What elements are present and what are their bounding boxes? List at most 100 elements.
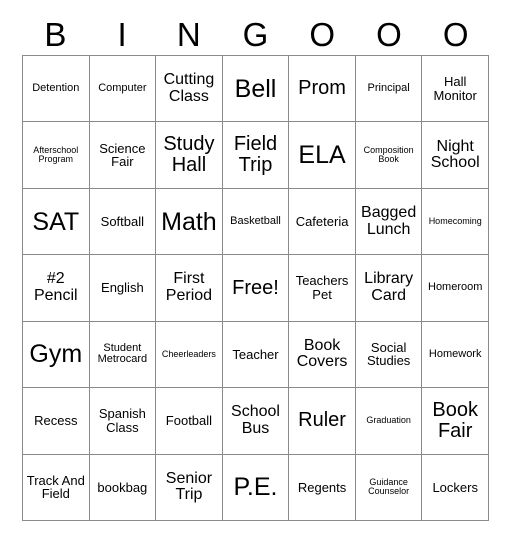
bingo-cell[interactable]: First Period <box>156 255 223 322</box>
bingo-cell-label: #2 Pencil <box>33 270 78 304</box>
bingo-cell-label: Composition Book <box>363 144 414 165</box>
bingo-cell-label: Homework <box>428 347 482 360</box>
bingo-header-letter-0: B <box>44 16 67 53</box>
bingo-cell[interactable]: English <box>89 255 157 322</box>
bingo-cell[interactable]: bookbag <box>89 454 157 521</box>
bingo-cell[interactable]: Cafeteria <box>289 188 356 256</box>
bingo-cell[interactable]: Homework <box>422 321 489 389</box>
bingo-cell[interactable]: #2 Pencil <box>23 255 90 322</box>
bingo-cell-label: Senior Trip <box>165 469 213 504</box>
bingo-cell[interactable]: Homecoming <box>422 188 489 256</box>
bingo-cell-label: Computer <box>98 81 147 94</box>
bingo-header-letter-2: N <box>176 16 201 53</box>
bingo-cell-label: Ruler <box>298 409 346 432</box>
bingo-cell-label: Lockers <box>432 479 478 495</box>
bingo-cell[interactable]: Bagged Lunch <box>355 188 423 256</box>
bingo-cell[interactable]: Teachers Pet <box>289 255 356 322</box>
bingo-cell[interactable]: Guidance Counselor <box>355 454 423 521</box>
bingo-cell[interactable]: Student Metrocard <box>89 321 157 389</box>
bingo-cell-label: Book Fair <box>432 399 478 442</box>
bingo-cell[interactable]: Hall Monitor <box>422 56 489 123</box>
bingo-cell[interactable]: Math <box>156 188 223 256</box>
bingo-cell-label: Night School <box>430 137 480 172</box>
bingo-cell-label: Homecoming <box>428 215 482 226</box>
bingo-cell-label: bookbag <box>97 479 148 495</box>
bingo-cell-label: Detention <box>32 81 80 94</box>
bingo-cell-label: First Period <box>165 270 213 304</box>
bingo-cell[interactable]: Football <box>156 388 223 455</box>
bingo-cell[interactable]: Detention <box>23 56 90 123</box>
bingo-cell[interactable]: Book Covers <box>289 321 356 389</box>
bingo-cell-label: Teachers Pet <box>295 273 349 302</box>
bingo-cell[interactable]: Softball <box>89 188 157 256</box>
bingo-header-row: BINGOOO <box>22 14 489 55</box>
bingo-cell-label: Prom <box>298 77 346 100</box>
bingo-cell[interactable]: Spanish Class <box>89 388 157 455</box>
bingo-cell-label: Afterschool Program <box>33 144 79 165</box>
bingo-cell[interactable]: Science Fair <box>89 122 157 189</box>
bingo-cell[interactable]: Graduation <box>355 388 423 455</box>
bingo-cell[interactable]: Library Card <box>355 255 423 322</box>
bingo-cell-label: English <box>101 280 144 296</box>
bingo-cell[interactable]: Principal <box>355 56 423 123</box>
bingo-cell[interactable]: Lockers <box>422 454 489 521</box>
bingo-cell-label: Library Card <box>364 270 414 304</box>
bingo-cell-label: Cutting Class <box>163 71 215 105</box>
bingo-cell-label: Social Studies <box>366 339 411 369</box>
bingo-cell-label: Recess <box>34 413 78 429</box>
bingo-cell-label: Regents <box>297 479 347 495</box>
bingo-cell-label: Spanish Class <box>98 406 146 435</box>
bingo-cell-label: SAT <box>32 207 80 236</box>
bingo-cell-label: Homeroom <box>428 281 483 294</box>
bingo-cell-label: Bell <box>234 74 277 103</box>
bingo-cell-label: Gym <box>29 340 83 369</box>
bingo-cell-label: Field Trip <box>233 133 278 177</box>
bingo-cell[interactable]: Cheerleaders <box>156 321 223 389</box>
bingo-cell[interactable]: Senior Trip <box>156 454 223 521</box>
bingo-cell-label: Math <box>161 207 217 236</box>
bingo-header-letter-3: G <box>242 16 269 53</box>
bingo-cell-label: Softball <box>100 213 145 229</box>
bingo-cell[interactable]: SAT <box>23 188 90 256</box>
bingo-cell[interactable]: P.E. <box>222 454 290 521</box>
bingo-cell[interactable]: Book Fair <box>422 388 489 455</box>
bingo-cell-label: Cheerleaders <box>161 348 216 359</box>
bingo-cell[interactable]: Prom <box>289 56 356 123</box>
bingo-cell[interactable]: Study Hall <box>156 122 223 189</box>
bingo-cell[interactable]: Recess <box>23 388 90 455</box>
bingo-cell[interactable]: Cutting Class <box>156 56 223 123</box>
bingo-cell[interactable]: School Bus <box>222 388 290 455</box>
bingo-cell[interactable]: Gym <box>23 321 90 389</box>
bingo-cell-label: Football <box>165 413 213 429</box>
bingo-cell[interactable]: Track And Field <box>23 454 90 521</box>
bingo-cell[interactable]: Composition Book <box>355 122 423 189</box>
bingo-cell-label: Principal <box>367 81 410 94</box>
bingo-cell-label: Free! <box>232 276 279 299</box>
bingo-cell-label: Graduation <box>366 415 411 426</box>
bingo-cell[interactable]: Afterschool Program <box>23 122 90 189</box>
bingo-cell-label: School Bus <box>231 403 280 437</box>
bingo-cell[interactable]: Computer <box>89 56 157 123</box>
bingo-cell-label: Guidance Counselor <box>368 476 410 497</box>
bingo-header-letter-5: O <box>376 16 402 53</box>
bingo-cell[interactable]: Basketball <box>222 188 290 256</box>
bingo-cell-label: Track And Field <box>26 472 85 502</box>
bingo-cell[interactable]: ELA <box>289 122 356 189</box>
bingo-header-letter-6: O <box>442 16 469 53</box>
bingo-cell-label: Teacher <box>232 346 279 362</box>
bingo-cell[interactable]: Regents <box>289 454 356 521</box>
bingo-cell[interactable]: Night School <box>422 122 489 189</box>
bingo-cell[interactable]: Teacher <box>222 321 290 389</box>
bingo-cell-label: P.E. <box>233 473 278 502</box>
bingo-cell-label: Bagged Lunch <box>361 203 417 238</box>
bingo-cell[interactable]: Homeroom <box>422 255 489 322</box>
bingo-cell[interactable]: Field Trip <box>222 122 290 189</box>
bingo-cell-label: Science Fair <box>99 140 146 170</box>
bingo-free-space-cell[interactable]: Free! <box>222 255 290 322</box>
bingo-cell[interactable]: Ruler <box>289 388 356 455</box>
bingo-card: B I N G O O O Detention Computer Cutting Class Be… <box>0 0 511 544</box>
bingo-cell[interactable]: Bell <box>222 56 290 123</box>
bingo-header-letter-4: O <box>309 16 336 53</box>
bingo-grid: Detention Computer Cutting Class Bell Prom Pr… <box>22 55 489 521</box>
bingo-cell[interactable]: Social Studies <box>355 321 423 389</box>
